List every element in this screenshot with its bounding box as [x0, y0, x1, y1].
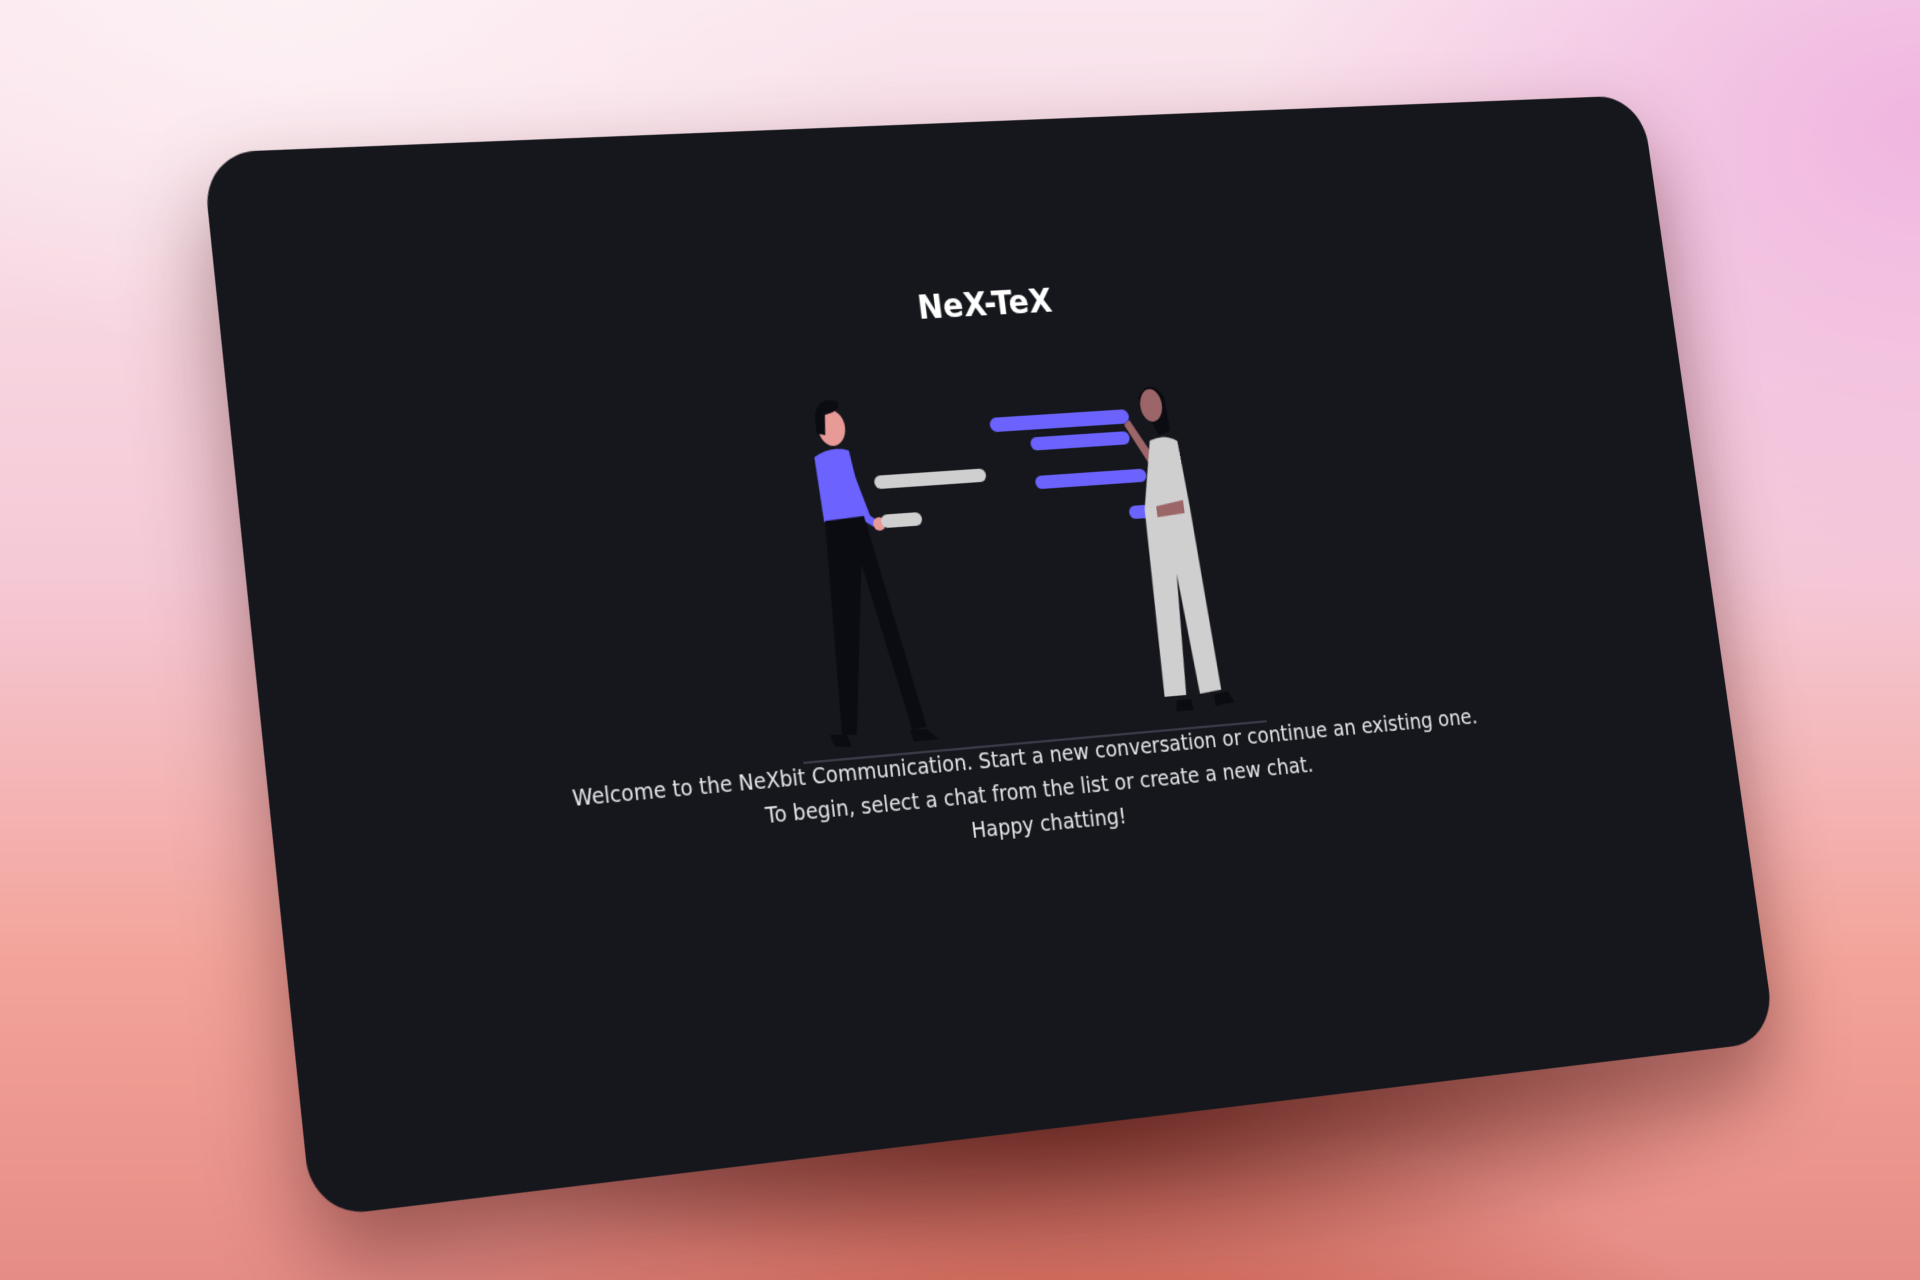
chat-bubbles-gray [873, 468, 987, 529]
bubble-gray-long [873, 468, 987, 490]
woman-figure [1123, 385, 1236, 712]
welcome-panel: NeX-TeX Welcome to the NeXbit Communicat… [202, 95, 1777, 1218]
bubble-purple-2 [1029, 431, 1131, 451]
bubble-purple-1 [989, 409, 1130, 433]
bubble-gray-short [880, 511, 923, 529]
app-title: NeX-TeX [915, 282, 1055, 328]
chat-illustration [740, 385, 1288, 774]
bubble-purple-3 [1034, 468, 1148, 490]
man-figure [812, 399, 939, 749]
